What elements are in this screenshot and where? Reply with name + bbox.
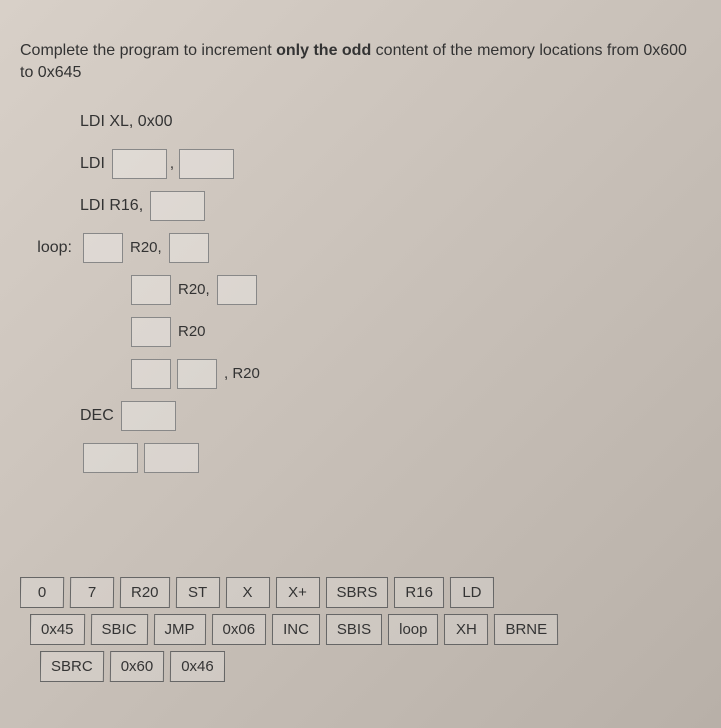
code-line-1: LDI XL, 0x00 xyxy=(80,105,701,139)
code-line-7: , R20 xyxy=(128,357,701,391)
bank-item[interactable]: JMP xyxy=(153,614,205,645)
blank-input[interactable] xyxy=(83,233,123,263)
bank-item[interactable]: 7 xyxy=(70,577,114,608)
code-line-2: LDI , xyxy=(80,147,701,181)
blank-input[interactable] xyxy=(112,149,167,179)
code-line-8: DEC xyxy=(80,399,701,433)
bank-item[interactable]: X+ xyxy=(275,577,319,608)
blank-input[interactable] xyxy=(150,191,205,221)
blank-input[interactable] xyxy=(217,275,257,305)
line5-mid: R20, xyxy=(178,281,210,298)
bank-item[interactable]: R20 xyxy=(120,577,170,608)
bank-item[interactable]: 0x06 xyxy=(211,614,266,645)
question-prompt: Complete the program to increment only t… xyxy=(20,40,701,85)
comma: , xyxy=(170,155,174,172)
bank-item[interactable]: loop xyxy=(388,614,438,645)
bank-row-3: SBRC 0x60 0x46 xyxy=(40,651,701,682)
bank-item[interactable]: SBIS xyxy=(326,614,382,645)
line6-mid: R20 xyxy=(178,323,206,340)
bank-item[interactable]: SBRC xyxy=(40,651,104,682)
line3-label: LDI R16, xyxy=(80,197,143,215)
blank-input[interactable] xyxy=(179,149,234,179)
bank-item[interactable]: LD xyxy=(450,577,494,608)
code-line-9 xyxy=(80,441,701,475)
blank-input[interactable] xyxy=(144,443,199,473)
bank-item[interactable]: BRNE xyxy=(494,614,558,645)
code-line-6: R20 xyxy=(128,315,701,349)
blank-input[interactable] xyxy=(177,359,217,389)
bank-item[interactable]: XH xyxy=(444,614,488,645)
word-bank: 0 7 R20 ST X X+ SBRS R16 LD 0x45 SBIC JM… xyxy=(20,577,701,688)
bank-item[interactable]: SBRS xyxy=(326,577,389,608)
bank-item[interactable]: R16 xyxy=(394,577,444,608)
line1-text: LDI XL, 0x00 xyxy=(80,113,173,131)
prompt-bold: only the odd xyxy=(276,42,371,59)
bank-item[interactable]: INC xyxy=(272,614,320,645)
bank-item[interactable]: ST xyxy=(175,577,219,608)
line8-label: DEC xyxy=(80,407,114,425)
bank-item[interactable]: SBIC xyxy=(90,614,147,645)
bank-row-2: 0x45 SBIC JMP 0x06 INC SBIS loop XH BRNE xyxy=(30,614,701,645)
bank-item[interactable]: 0x46 xyxy=(170,651,225,682)
blank-input[interactable] xyxy=(169,233,209,263)
blank-input[interactable] xyxy=(131,317,171,347)
line4-mid: R20, xyxy=(130,239,162,256)
bank-item[interactable]: 0x60 xyxy=(110,651,165,682)
bank-item[interactable]: 0x45 xyxy=(30,614,85,645)
line2-label: LDI xyxy=(80,155,105,173)
code-line-3: LDI R16, xyxy=(80,189,701,223)
bank-row-1: 0 7 R20 ST X X+ SBRS R16 LD xyxy=(20,577,701,608)
loop-label: loop: xyxy=(32,239,72,257)
bank-item[interactable]: 0 xyxy=(20,577,64,608)
line7-suffix: , R20 xyxy=(224,365,260,382)
blank-input[interactable] xyxy=(121,401,176,431)
code-line-4: loop: R20, xyxy=(80,231,701,265)
bank-item[interactable]: X xyxy=(225,577,269,608)
blank-input[interactable] xyxy=(131,275,171,305)
blank-input[interactable] xyxy=(131,359,171,389)
blank-input[interactable] xyxy=(83,443,138,473)
code-line-5: R20, xyxy=(128,273,701,307)
prompt-part1: Complete the program to increment xyxy=(20,42,276,59)
code-area: LDI XL, 0x00 LDI , LDI R16, loop: R20, R… xyxy=(80,105,701,475)
